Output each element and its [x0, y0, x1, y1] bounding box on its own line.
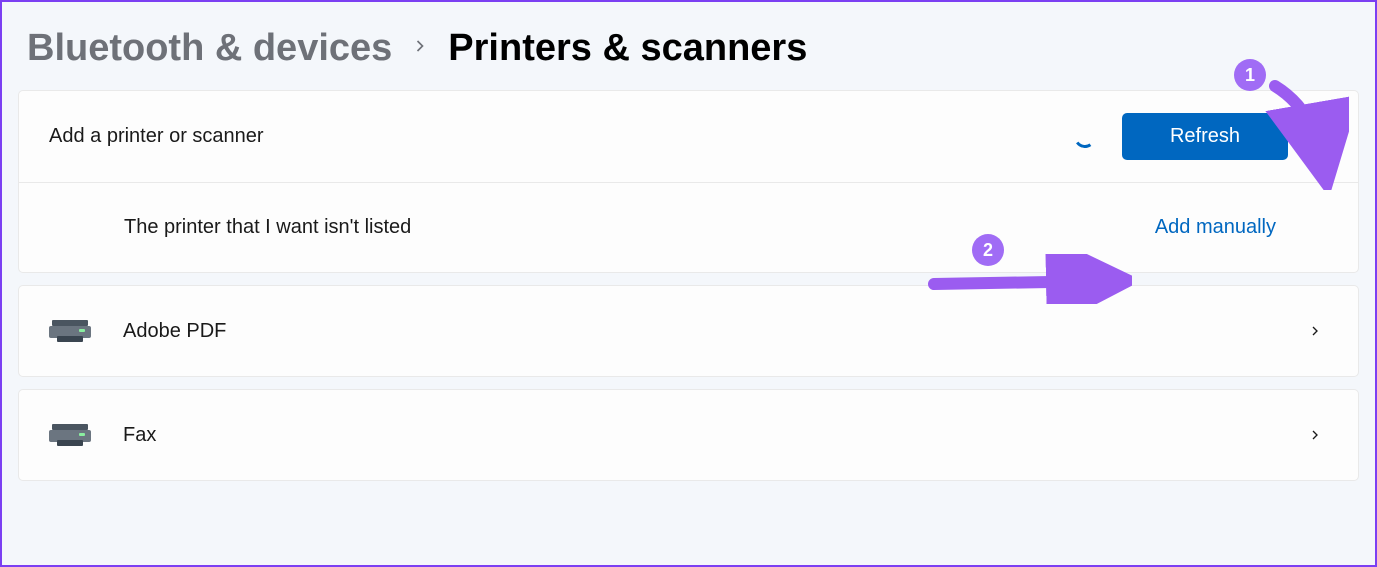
add-printer-label: Add a printer or scanner: [49, 125, 1074, 148]
annotation-arrow-1: [1259, 70, 1349, 190]
printer-item[interactable]: Adobe PDF: [18, 285, 1359, 377]
printer-name: Adobe PDF: [123, 320, 1302, 343]
loading-spinner-icon: [1072, 124, 1097, 149]
not-listed-label: The printer that I want isn't listed: [124, 216, 1155, 239]
printer-item[interactable]: Fax: [18, 389, 1359, 481]
content-area: Add a printer or scanner Refresh The pri…: [2, 90, 1375, 481]
printer-name: Fax: [123, 424, 1302, 447]
add-manually-link[interactable]: Add manually: [1155, 216, 1328, 239]
breadcrumb-parent-link[interactable]: Bluetooth & devices: [27, 27, 392, 70]
page-title: Printers & scanners: [448, 27, 807, 70]
printer-icon: [49, 422, 91, 448]
add-printer-card: Add a printer or scanner Refresh The pri…: [18, 90, 1359, 273]
add-printer-row[interactable]: Add a printer or scanner Refresh: [19, 91, 1358, 182]
annotation-arrow-2: [922, 254, 1132, 304]
chevron-right-icon: [1302, 318, 1328, 344]
chevron-right-icon: [410, 35, 430, 63]
printer-icon: [49, 318, 91, 344]
not-listed-row: The printer that I want isn't listed Add…: [19, 182, 1358, 272]
chevron-right-icon: [1302, 422, 1328, 448]
breadcrumb: Bluetooth & devices Printers & scanners: [2, 2, 1375, 90]
